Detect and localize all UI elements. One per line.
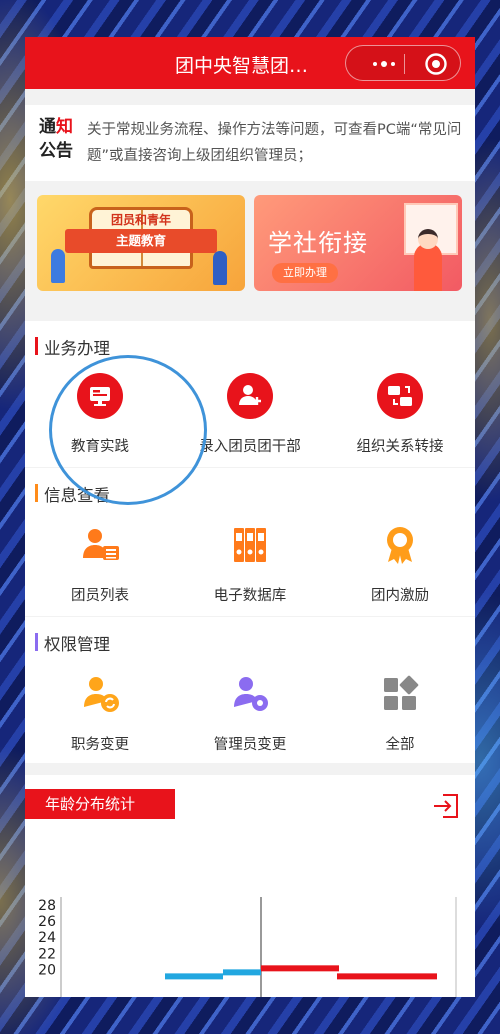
banner1-ribbon: 主题教育 <box>65 229 217 253</box>
chart-bar <box>261 965 339 972</box>
section-permission: 权限管理 职务变更 管理员变更 全部 <box>25 617 475 763</box>
capsule-divider <box>404 54 405 74</box>
section-accent-bar <box>35 337 38 355</box>
y-tick-label: 22 <box>38 946 56 962</box>
badge-char-1: 通 <box>39 117 56 137</box>
notice-text: 关于常规业务流程、操作方法等问题，可查看PC端“常见问题”或直接咨询上级团组织管… <box>87 122 462 164</box>
grid-item-member-list[interactable]: 团员列表 <box>25 522 175 605</box>
y-tick-label: 28 <box>38 898 56 914</box>
grid-item-label: 团员列表 <box>71 588 129 604</box>
y-tick-label: 24 <box>38 930 56 946</box>
badge-char-2: 知 <box>56 117 73 137</box>
member-list-icon <box>77 522 123 568</box>
grid-item-label: 全部 <box>385 737 415 753</box>
grid-item-incentive[interactable]: 团内激励 <box>325 522 475 605</box>
grid-item-label: 组织关系转接 <box>356 439 444 455</box>
section-accent-bar <box>35 484 38 502</box>
banner2-apply-button[interactable]: 立即办理 <box>272 263 338 283</box>
notice-badge: 通知 公告 <box>39 115 79 163</box>
nav-bar: 团中央智慧团… <box>25 37 475 89</box>
grid-item-label: 管理员变更 <box>213 737 287 753</box>
notice-bar[interactable]: 通知 公告 关于常规业务流程、操作方法等问题，可查看PC端“常见问题”或直接咨询… <box>25 105 475 181</box>
all-grid-icon <box>377 671 423 717</box>
grid-item-label: 职务变更 <box>71 737 129 753</box>
export-arrow-icon[interactable] <box>431 791 461 821</box>
chart-bar <box>165 973 223 980</box>
person-illustration <box>213 251 227 285</box>
grid-item-admin-change[interactable]: 管理员变更 <box>175 671 325 754</box>
section-accent-bar <box>35 633 38 651</box>
banner1-ribbon-text: 主题教育 <box>115 233 166 248</box>
grid-item-position-change[interactable]: 职务变更 <box>25 671 175 754</box>
grid-item-all[interactable]: 全部 <box>325 671 475 754</box>
chart-bar <box>337 973 437 980</box>
y-tick-label: 20 <box>38 962 56 978</box>
grid-item-database[interactable]: 电子数据库 <box>175 522 325 605</box>
person-switch-icon <box>77 671 123 717</box>
admin-gear-icon <box>227 671 273 717</box>
badge-line-2: 公告 <box>39 141 73 161</box>
chart-bar <box>223 969 261 976</box>
banner1-heading: 团员和青年 <box>110 213 171 227</box>
grid-item-transfer[interactable]: 组织关系转接 <box>325 373 475 456</box>
grid-item-label: 团内激励 <box>371 588 429 604</box>
section-title: 业务办理 <box>44 339 110 358</box>
banner-row: 团员和青年 主题教育 学社衔接 立即办理 <box>25 181 475 301</box>
binders-icon <box>227 522 273 568</box>
y-tick-label: 26 <box>38 914 56 930</box>
phone-screen: 团中央智慧团… 通知 公告 关于常规业务流程、操作方法等问题，可查看PC端“常见… <box>25 37 475 997</box>
banner-school-transition[interactable]: 学社衔接 立即办理 <box>254 195 462 291</box>
girl-illustration <box>414 243 442 291</box>
target-circle-icon[interactable] <box>424 52 448 76</box>
grid-item-label: 电子数据库 <box>213 588 287 604</box>
transfer-folders-icon <box>377 373 423 419</box>
highlight-circle <box>49 355 207 505</box>
person-illustration <box>51 249 65 283</box>
girl-head-illustration <box>418 229 438 249</box>
age-distribution-card: 年龄分布统计 28 26 24 22 20 <box>25 775 475 997</box>
section-title: 权限管理 <box>44 635 110 654</box>
add-person-icon <box>227 373 273 419</box>
chart-title: 年龄分布统计 <box>25 789 175 819</box>
age-chart: 2826242220 <box>38 897 457 997</box>
more-dots-icon[interactable] <box>366 55 402 73</box>
award-ribbon-icon <box>377 522 423 568</box>
page-title: 团中央智慧团… <box>175 55 309 77</box>
banner2-title: 学社衔接 <box>268 229 368 257</box>
capsule-menu <box>345 45 461 81</box>
banner-theme-education[interactable]: 团员和青年 主题教育 <box>37 195 245 291</box>
